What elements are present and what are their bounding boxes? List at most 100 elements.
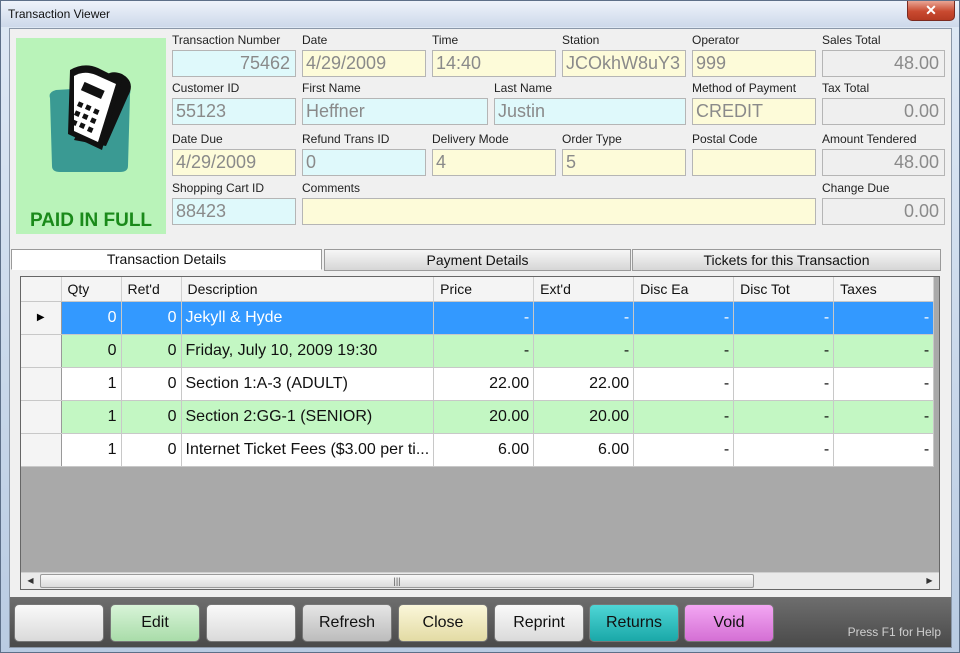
order-type-label: Order Type	[562, 132, 622, 146]
table-row[interactable]: 1 0 Section 1:A-3 (ADULT) 22.00 22.00 - …	[21, 367, 935, 401]
cell-disc-tot: -	[733, 400, 835, 434]
cell-description: Section 1:A-3 (ADULT)	[181, 367, 435, 401]
horizontal-scrollbar[interactable]: ◀ ||| ▶	[21, 572, 939, 589]
cell-qty: 1	[61, 367, 122, 401]
tab-tickets-for-transaction[interactable]: Tickets for this Transaction	[632, 249, 941, 271]
time-field[interactable]: 14:40	[432, 50, 556, 77]
shopping-cart-id-field[interactable]: 88423	[172, 198, 296, 225]
cell-qty: 1	[61, 400, 122, 434]
column-header-description[interactable]: Description	[181, 277, 435, 302]
cell-retd: 0	[121, 301, 182, 335]
tax-total-field[interactable]: 0.00	[822, 98, 945, 125]
sales-total-field[interactable]: 48.00	[822, 50, 945, 77]
cell-disc-tot: -	[733, 334, 835, 368]
void-button[interactable]: Void	[684, 604, 774, 642]
row-selector-arrow-icon[interactable]: ▶	[21, 301, 62, 335]
scrollbar-thumb[interactable]: |||	[40, 574, 754, 588]
row-selector[interactable]	[21, 367, 62, 401]
row-selector[interactable]	[21, 334, 62, 368]
date-due-field[interactable]: 4/29/2009	[172, 149, 296, 176]
cell-price: 22.00	[433, 367, 535, 401]
customer-id-field[interactable]: 55123	[172, 98, 296, 125]
scroll-left-arrow-icon[interactable]: ◀	[22, 573, 39, 589]
operator-label: Operator	[692, 33, 740, 47]
blank-button-2[interactable]	[206, 604, 296, 642]
amount-tendered-label: Amount Tendered	[822, 132, 917, 146]
last-name-field[interactable]: Justin	[494, 98, 686, 125]
row-selector[interactable]	[21, 400, 62, 434]
cell-disc-ea: -	[633, 334, 735, 368]
date-field[interactable]: 4/29/2009	[302, 50, 426, 77]
tab-payment-details[interactable]: Payment Details	[324, 249, 631, 271]
change-due-label: Change Due	[822, 181, 890, 195]
cell-retd: 0	[121, 400, 182, 434]
date-due-label: Date Due	[172, 132, 223, 146]
client-area: PAID IN FULL Transaction Number 75462 Da…	[9, 28, 952, 648]
title-bar: Transaction Viewer ✕	[1, 1, 959, 27]
table-row[interactable]: 1 0 Section 2:GG-1 (SENIOR) 20.00 20.00 …	[21, 400, 935, 434]
cell-retd: 0	[121, 334, 182, 368]
scroll-right-arrow-icon[interactable]: ▶	[921, 573, 938, 589]
paid-status-label: PAID IN FULL	[29, 210, 153, 231]
receipt-icon	[49, 65, 131, 172]
detail-tabs: Transaction Details Payment Details Tick…	[11, 249, 941, 271]
column-header-extd[interactable]: Ext'd	[533, 277, 635, 302]
action-button-bar: Edit Refresh Close Reprint Returns Void …	[10, 597, 951, 647]
cell-price: -	[433, 301, 535, 335]
delivery-mode-field[interactable]: 4	[432, 149, 556, 176]
cell-description: Jekyll & Hyde	[181, 301, 435, 335]
cell-disc-tot: -	[733, 367, 835, 401]
order-type-field[interactable]: 5	[562, 149, 686, 176]
postal-code-label: Postal Code	[692, 132, 758, 146]
last-name-label: Last Name	[494, 81, 553, 95]
blank-button-1[interactable]	[14, 604, 104, 642]
cell-description: Internet Ticket Fees ($3.00 per ti...	[181, 433, 435, 467]
payment-status-panel: PAID IN FULL	[16, 38, 166, 234]
transaction-number-field[interactable]: 75462	[172, 50, 296, 77]
cell-price: -	[433, 334, 535, 368]
cell-disc-tot: -	[733, 433, 835, 467]
refresh-button[interactable]: Refresh	[302, 604, 392, 642]
column-header-taxes[interactable]: Taxes	[833, 277, 935, 302]
shopping-cart-id-label: Shopping Cart ID	[172, 181, 265, 195]
comments-field[interactable]	[302, 198, 816, 225]
station-field[interactable]: JCOkhW8uY3	[562, 50, 686, 77]
column-header-disc-tot[interactable]: Disc Tot	[733, 277, 835, 302]
cell-extd: -	[533, 334, 635, 368]
cell-description: Friday, July 10, 2009 19:30	[181, 334, 435, 368]
cell-qty: 0	[61, 301, 122, 335]
table-row[interactable]: 1 0 Internet Ticket Fees ($3.00 per ti..…	[21, 433, 935, 467]
cell-retd: 0	[121, 367, 182, 401]
table-row[interactable]: 0 0 Friday, July 10, 2009 19:30 - - - - …	[21, 334, 935, 368]
transaction-items-grid: Qty Ret'd Description Price Ext'd Disc E…	[20, 276, 940, 590]
first-name-field[interactable]: Heffner	[302, 98, 488, 125]
cell-taxes: -	[833, 301, 935, 335]
reprint-button[interactable]: Reprint	[494, 604, 584, 642]
amount-tendered-field[interactable]: 48.00	[822, 149, 945, 176]
cell-taxes: -	[833, 400, 935, 434]
table-row[interactable]: ▶ 0 0 Jekyll & Hyde - - - - -	[21, 301, 935, 335]
returns-button[interactable]: Returns	[589, 604, 679, 642]
close-window-button[interactable]: ✕	[907, 1, 955, 21]
column-header-selector	[21, 277, 62, 302]
cell-price: 20.00	[433, 400, 535, 434]
cell-extd: 6.00	[533, 433, 635, 467]
change-due-field[interactable]: 0.00	[822, 198, 945, 225]
refund-trans-id-label: Refund Trans ID	[302, 132, 390, 146]
tab-transaction-details[interactable]: Transaction Details	[11, 249, 322, 270]
cell-taxes: -	[833, 433, 935, 467]
column-header-retd[interactable]: Ret'd	[121, 277, 182, 302]
operator-field[interactable]: 999	[692, 50, 816, 77]
close-button[interactable]: Close	[398, 604, 488, 642]
row-selector[interactable]	[21, 433, 62, 467]
column-header-disc-ea[interactable]: Disc Ea	[633, 277, 735, 302]
refund-trans-id-field[interactable]: 0	[302, 149, 426, 176]
method-of-payment-field[interactable]: CREDIT	[692, 98, 816, 125]
method-of-payment-label: Method of Payment	[692, 81, 797, 95]
cell-price: 6.00	[433, 433, 535, 467]
edit-button[interactable]: Edit	[110, 604, 200, 642]
column-header-price[interactable]: Price	[433, 277, 535, 302]
column-header-qty[interactable]: Qty	[61, 277, 122, 302]
window-title: Transaction Viewer	[8, 7, 111, 21]
postal-code-field[interactable]	[692, 149, 816, 176]
